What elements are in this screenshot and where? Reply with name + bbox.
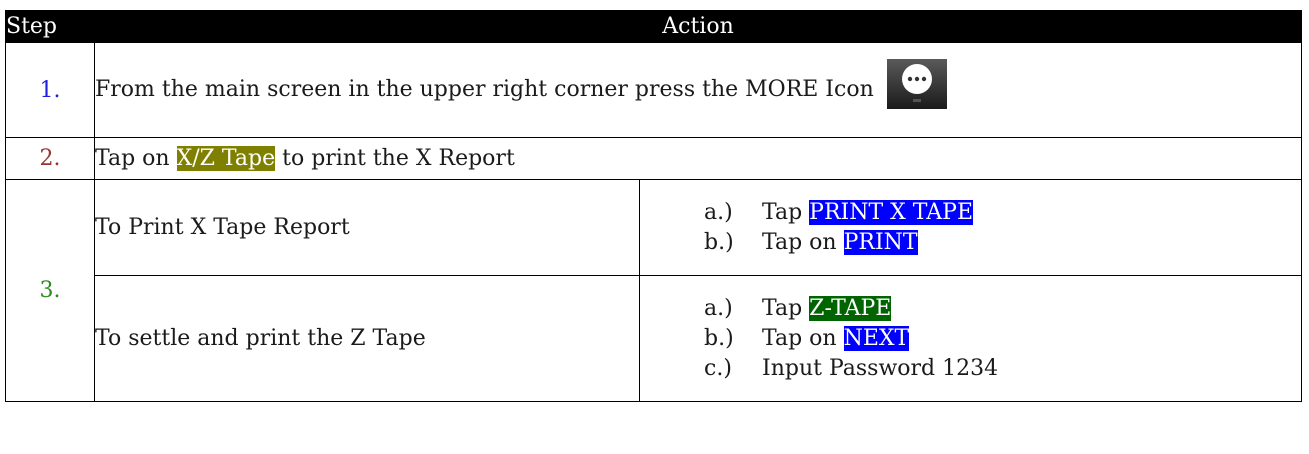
substep-text: Tap on: [762, 325, 844, 351]
substep-item: b.) Tap on PRINT: [640, 228, 1301, 258]
step-action-2: Tap on X/Z Tape to print the X Report: [94, 137, 1302, 180]
step-action-1: From the main screen in the upper right …: [94, 42, 1302, 138]
step-row-1: 1. From the main screen in the upper rig…: [5, 42, 1302, 138]
substep-item: a.) Tap Z-TAPE: [640, 294, 1301, 324]
substep-marker: a.): [704, 295, 733, 321]
z-tape-highlight: Z-TAPE: [809, 295, 892, 321]
step-row-3a: 3. To Print X Tape Report a.) Tap PRINT X…: [5, 179, 1302, 402]
substep-item: c.) Input Password 1234: [640, 354, 1301, 384]
step-number-3: 3.: [5, 179, 95, 402]
more-icon: [886, 59, 947, 109]
print-x-tape-highlight: PRINT X TAPE: [809, 199, 974, 225]
substep-item: a.) Tap PRINT X TAPE: [640, 198, 1301, 228]
step-row-3b: To settle and print the Z Tape a.) Tap Z-…: [6, 275, 1302, 402]
substep-marker: a.): [704, 199, 733, 225]
step-1-text: From the main screen in the upper right …: [95, 77, 874, 102]
step-row-2: 2. Tap on X/Z Tape to print the X Report: [5, 137, 1302, 180]
step-2-pre: Tap on: [95, 146, 177, 171]
step-header: Step: [5, 10, 95, 43]
print-x-tape-label: To Print X Tape Report: [94, 179, 640, 276]
substep-item: b.) Tap on NEXT: [640, 324, 1301, 354]
substep-marker: b.): [704, 325, 734, 351]
print-x-tape-steps: a.) Tap PRINT X TAPE b.) Tap on PRINT: [639, 179, 1302, 276]
xz-tape-highlight: X/Z Tape: [176, 146, 276, 171]
substep-text: Tap: [762, 295, 810, 321]
substep-text: Tap: [762, 199, 810, 225]
action-header: Action: [94, 10, 1302, 43]
print-highlight: PRINT: [843, 229, 918, 255]
step-number-1: 1.: [5, 42, 95, 138]
substep-text: Tap on: [762, 229, 844, 255]
next-highlight: NEXT: [843, 325, 910, 351]
substep-marker: c.): [704, 355, 732, 381]
substep-marker: b.): [704, 229, 734, 255]
password-text: Input Password 1234: [762, 355, 999, 381]
instruction-table: Step Action 1. From the main screen in t…: [5, 10, 1302, 402]
header-row: Step Action: [5, 10, 1302, 43]
z-tape-steps: a.) Tap Z-TAPE b.) Tap on NEXT c.) Input Pa…: [639, 275, 1302, 402]
step-number-2: 2.: [5, 137, 95, 180]
z-tape-label: To settle and print the Z Tape: [94, 275, 640, 402]
step-2-post: to print the X Report: [275, 146, 515, 171]
